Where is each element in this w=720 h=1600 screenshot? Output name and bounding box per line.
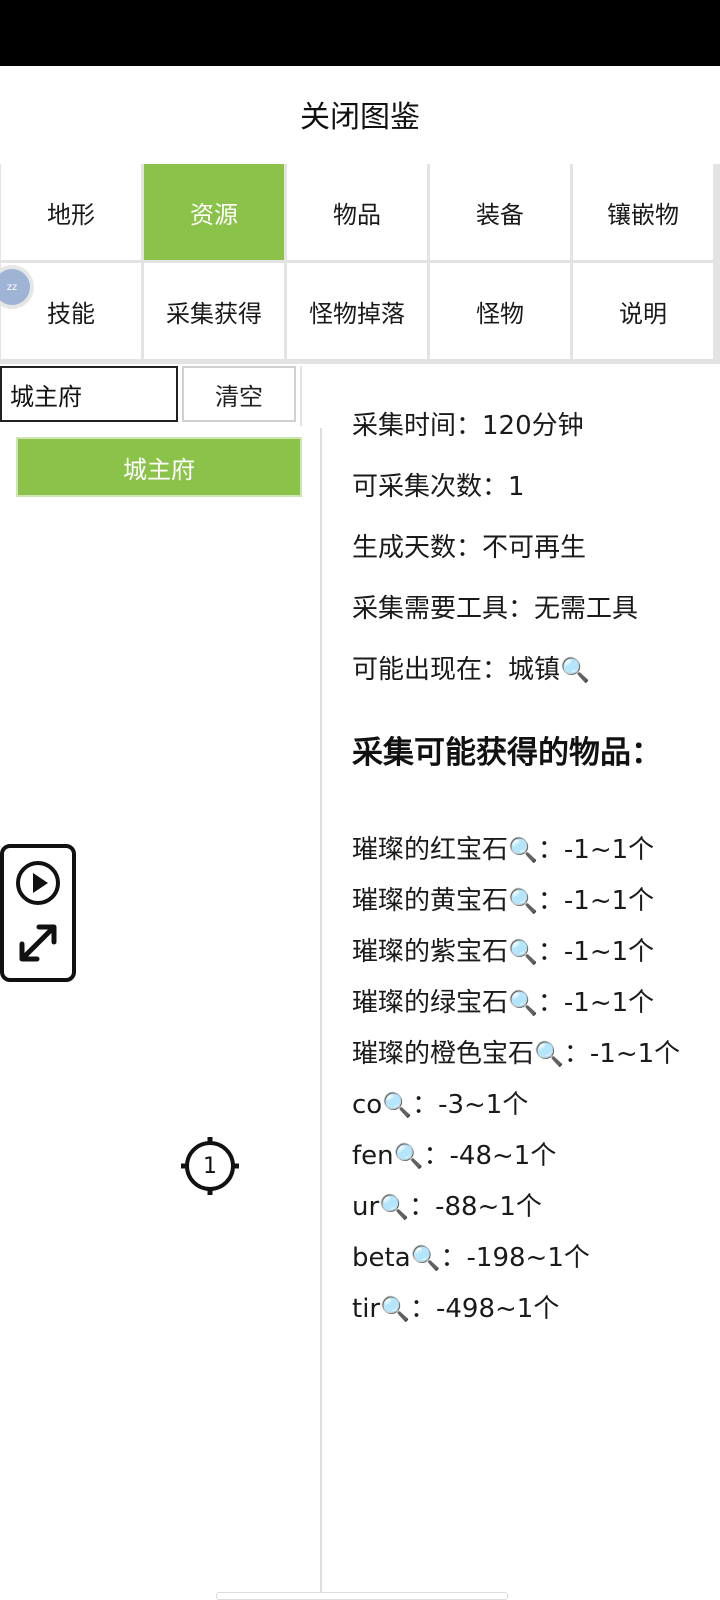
marker-number: 1 [203, 1153, 217, 1179]
item-qty: ：-88~1个 [409, 1192, 542, 1222]
item-name[interactable]: co [352, 1090, 382, 1120]
appears-in-label: 可能出现在： [352, 655, 509, 685]
clear-button[interactable]: 清空 [182, 366, 296, 422]
item-qty: ：-1~1个 [537, 937, 655, 967]
tab-items[interactable]: 物品 [287, 164, 427, 260]
list-item: ur🔍：-88~1个 [352, 1182, 682, 1233]
magnifier-icon[interactable]: 🔍 [508, 836, 538, 864]
list-item: 璀璨的绿宝石🔍：-1~1个 [352, 978, 682, 1029]
tab-resources[interactable]: 资源 [144, 164, 284, 260]
list-item: 璀璨的红宝石🔍：-1~1个 [352, 825, 682, 876]
magnifier-icon[interactable]: 🔍 [560, 656, 590, 684]
magnifier-icon[interactable]: 🔍 [382, 1091, 412, 1119]
tab-help[interactable]: 说明 [573, 263, 713, 359]
regen-days: 生成天数：不可再生 [352, 533, 587, 563]
appears-in-link[interactable]: 城镇 [508, 655, 560, 685]
magnifier-icon[interactable]: 🔍 [394, 1142, 424, 1170]
item-qty: ：-1~1个 [537, 988, 655, 1018]
item-name[interactable]: 璀璨的红宝石 [352, 835, 508, 865]
item-name[interactable]: 璀璨的橙色宝石 [352, 1039, 534, 1069]
list-item: fen🔍：-48~1个 [352, 1131, 682, 1182]
status-bar [0, 0, 720, 66]
panel-divider [320, 428, 322, 1600]
items-list: 璀璨的红宝石🔍：-1~1个 璀璨的黄宝石🔍：-1~1个 璀璨的紫宝石🔍：-1~1… [352, 825, 682, 1335]
item-name[interactable]: fen [352, 1141, 394, 1171]
gather-time: 采集时间：120分钟 [352, 411, 584, 441]
item-name[interactable]: 璀璨的紫宝石 [352, 937, 508, 967]
result-item[interactable]: 城主府 [16, 437, 302, 497]
list-item: 璀璨的橙色宝石🔍：-1~1个 [352, 1029, 682, 1080]
category-tabs: 地形 资源 物品 装备 镶嵌物 技能 采集获得 怪物掉落 怪物 说明 [0, 164, 720, 364]
search-divider [300, 366, 302, 426]
home-indicator [216, 1592, 508, 1600]
close-codex-button[interactable]: 关闭图鉴 [300, 92, 420, 136]
item-name[interactable]: 璀璨的黄宝石 [352, 886, 508, 916]
item-qty: ：-198~1个 [440, 1243, 590, 1273]
item-qty: ：-3~1个 [412, 1090, 529, 1120]
item-qty: ：-498~1个 [410, 1294, 560, 1324]
list-item: 璀璨的紫宝石🔍：-1~1个 [352, 927, 682, 978]
search-input[interactable] [0, 366, 178, 422]
tab-equipment[interactable]: 装备 [430, 164, 570, 260]
expand-arrows-icon[interactable] [14, 919, 62, 967]
tool-required: 采集需要工具：无需工具 [352, 594, 639, 624]
magnifier-icon[interactable]: 🔍 [508, 989, 538, 1017]
play-icon[interactable] [14, 859, 62, 907]
list-item: beta🔍：-198~1个 [352, 1233, 682, 1284]
tab-inlays[interactable]: 镶嵌物 [573, 164, 713, 260]
item-qty: ：-1~1个 [563, 1039, 681, 1069]
item-name[interactable]: tir [352, 1294, 380, 1324]
magnifier-icon[interactable]: 🔍 [379, 1193, 409, 1221]
item-name[interactable]: ur [352, 1192, 379, 1222]
avatar-text: zz [6, 281, 18, 293]
magnifier-icon[interactable]: 🔍 [380, 1295, 410, 1323]
list-item: 璀璨的黄宝石🔍：-1~1个 [352, 876, 682, 927]
header: 关闭图鉴 [0, 66, 720, 162]
resource-detail: 采集时间：120分钟 可采集次数：1 生成天数：不可再生 采集需要工具：无需工具… [352, 396, 682, 1335]
item-name[interactable]: 璀璨的绿宝石 [352, 988, 508, 1018]
list-item: tir🔍：-498~1个 [352, 1284, 682, 1335]
floating-controls [0, 844, 76, 982]
tab-gather-drops[interactable]: 采集获得 [144, 263, 284, 359]
magnifier-icon[interactable]: 🔍 [508, 938, 538, 966]
tab-terrain[interactable]: 地形 [1, 164, 141, 260]
items-title: 采集可能获得的物品： [352, 735, 662, 771]
appears-in: 可能出现在：城镇🔍 [352, 640, 682, 701]
magnifier-icon[interactable]: 🔍 [508, 887, 538, 915]
locate-marker[interactable]: 1 [179, 1135, 241, 1197]
tab-monster-drops[interactable]: 怪物掉落 [287, 263, 427, 359]
item-qty: ：-48~1个 [423, 1141, 557, 1171]
magnifier-icon[interactable]: 🔍 [534, 1040, 564, 1068]
gather-count: 可采集次数：1 [352, 472, 525, 502]
item-qty: ：-1~1个 [537, 835, 655, 865]
tab-monsters[interactable]: 怪物 [430, 263, 570, 359]
magnifier-icon[interactable]: 🔍 [411, 1244, 441, 1272]
list-item: co🔍：-3~1个 [352, 1080, 682, 1131]
item-qty: ：-1~1个 [537, 886, 655, 916]
item-name[interactable]: beta [352, 1243, 411, 1273]
